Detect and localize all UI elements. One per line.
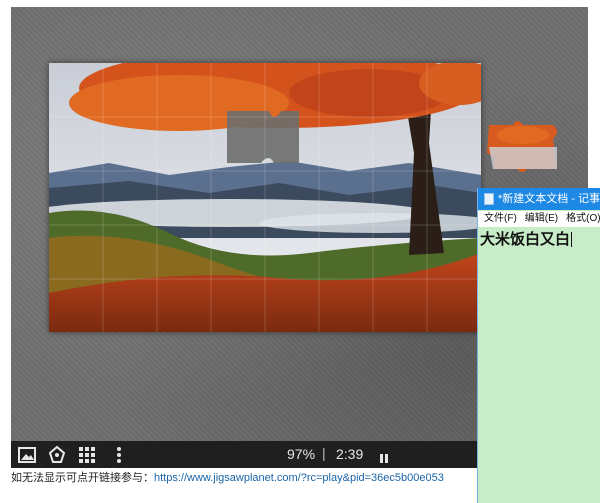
image-preview-icon[interactable] [17,445,37,465]
text-caret [571,232,573,247]
notepad-menu-bar: 文件(F) 编辑(E) 格式(O) [478,211,600,227]
notepad-title: *新建文本文档 - 记事本 [498,193,600,205]
ghost-image-icon[interactable] [47,445,67,465]
menu-file[interactable]: 文件(F) [484,213,517,224]
puzzle-control-bar: 97% | 2:39 [11,441,477,468]
divider: | [322,445,326,461]
notepad-text-area[interactable]: 大米饭白又白 [480,228,573,249]
notepad-icon [484,193,494,205]
notepad-title-bar[interactable]: *新建文本文档 - 记事本 [478,188,600,210]
notepad-window[interactable]: *新建文本文档 - 记事本 文件(F) 编辑(E) 格式(O) 大米饭白又白 [477,188,600,503]
scatter-pieces-icon[interactable] [77,445,97,465]
caption: 如无法显示可点开链接参与：https://www.jigsawplanet.co… [11,469,444,485]
menu-edit[interactable]: 编辑(E) [525,213,558,224]
progress-percent: 97% [287,446,316,462]
caption-prefix: 如无法显示可点开链接参与： [11,472,154,484]
more-options-icon[interactable] [109,445,129,465]
loose-puzzle-piece[interactable] [483,117,569,177]
menu-format[interactable]: 格式(O) [566,213,600,224]
pause-icon[interactable] [380,450,388,463]
puzzle-link[interactable]: https://www.jigsawplanet.com/?rc=play&pi… [154,472,444,484]
timer: 2:39 [336,446,364,462]
notepad-content: 大米饭白又白 [480,230,571,248]
puzzle-image[interactable] [49,63,481,332]
